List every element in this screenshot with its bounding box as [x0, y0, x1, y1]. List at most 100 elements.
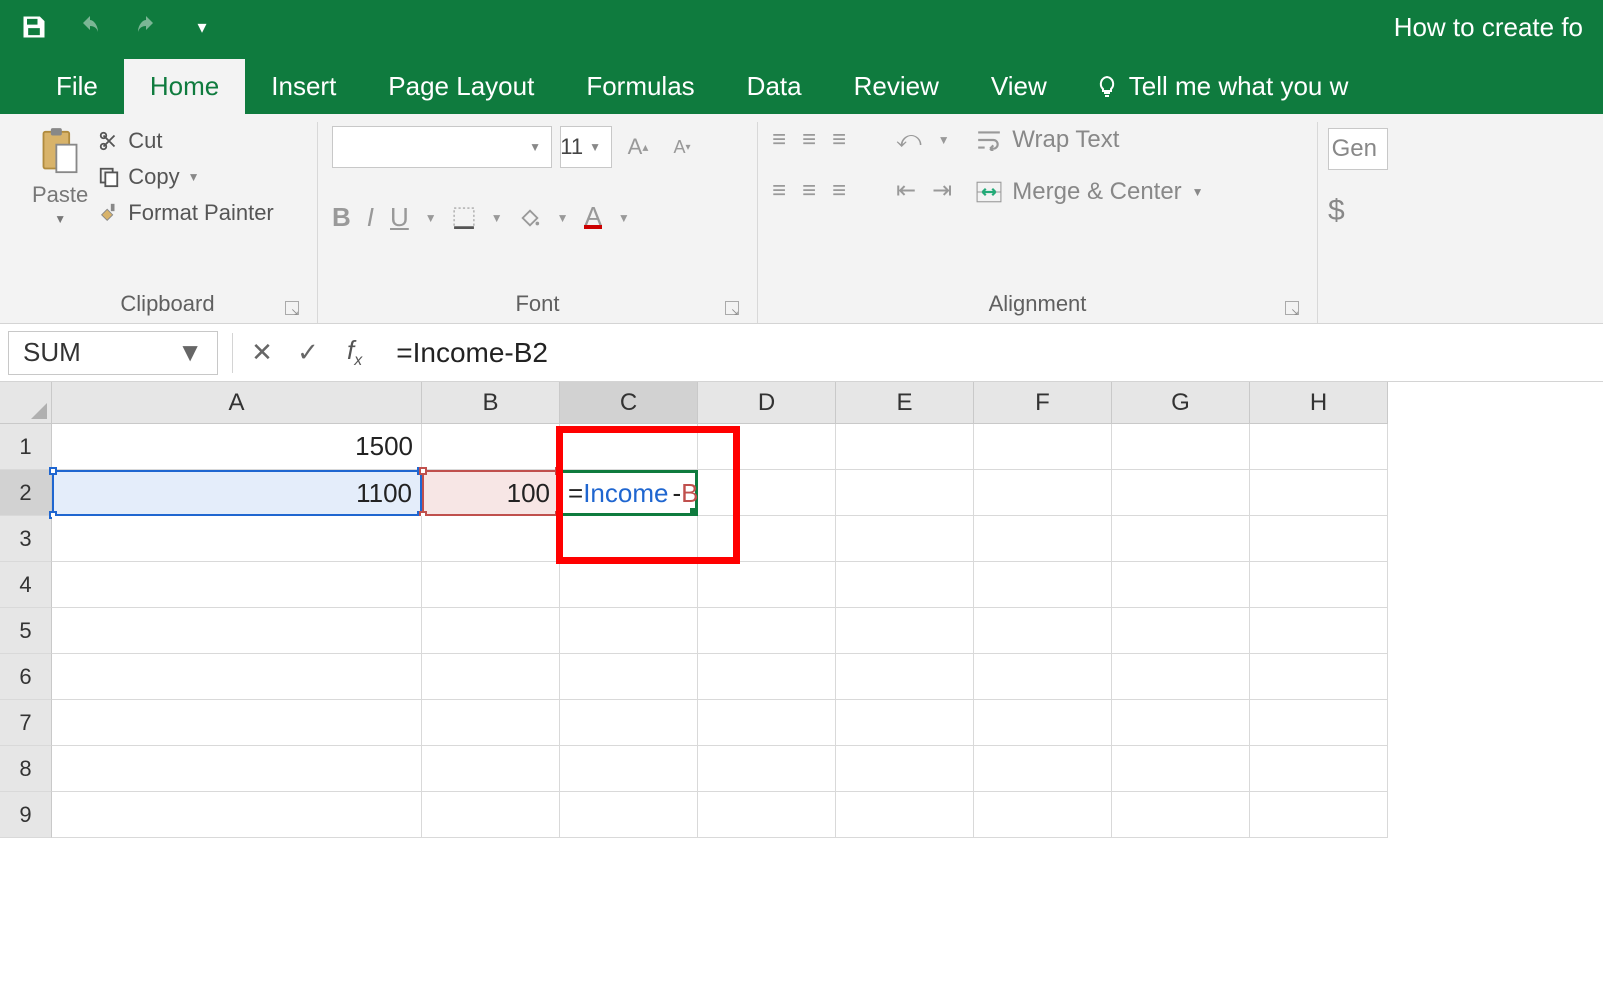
row-header-7[interactable]: 7 — [0, 700, 52, 746]
tell-me-search[interactable]: Tell me what you w — [1073, 59, 1349, 114]
cell-C4[interactable] — [560, 562, 698, 608]
cell-H6[interactable] — [1250, 654, 1388, 700]
tab-home[interactable]: Home — [124, 59, 245, 114]
cell-G7[interactable] — [1112, 700, 1250, 746]
fx-icon[interactable]: fx — [331, 335, 378, 370]
cell-E8[interactable] — [836, 746, 974, 792]
cell-A4[interactable] — [52, 562, 422, 608]
cell-E1[interactable] — [836, 424, 974, 470]
align-left-icon[interactable]: ≡ — [772, 177, 786, 205]
cell-F5[interactable] — [974, 608, 1112, 654]
cell-E3[interactable] — [836, 516, 974, 562]
cell-A5[interactable] — [52, 608, 422, 654]
row-header-2[interactable]: 2 — [0, 470, 52, 516]
cell-B6[interactable] — [422, 654, 560, 700]
cell-B9[interactable] — [422, 792, 560, 838]
cell-E7[interactable] — [836, 700, 974, 746]
formula-bar-input[interactable] — [378, 331, 1603, 375]
cell-A8[interactable] — [52, 746, 422, 792]
font-dialog-launcher[interactable] — [725, 301, 739, 315]
cell-F8[interactable] — [974, 746, 1112, 792]
enter-formula-icon[interactable]: ✓ — [285, 333, 331, 373]
cell-B4[interactable] — [422, 562, 560, 608]
number-format-combo[interactable]: Gen — [1328, 128, 1388, 170]
cell-E5[interactable] — [836, 608, 974, 654]
italic-button[interactable]: I — [367, 202, 374, 233]
cell-H5[interactable] — [1250, 608, 1388, 654]
cell-D3[interactable] — [698, 516, 836, 562]
col-header-A[interactable]: A — [52, 382, 422, 424]
align-top-icon[interactable]: ≡ — [772, 126, 786, 154]
cell-H2[interactable] — [1250, 470, 1388, 516]
accounting-format-button[interactable]: $ — [1328, 194, 1388, 228]
cell-F2[interactable] — [974, 470, 1112, 516]
tab-data[interactable]: Data — [721, 59, 828, 114]
tab-insert[interactable]: Insert — [245, 59, 362, 114]
tab-file[interactable]: File — [30, 59, 124, 114]
col-header-E[interactable]: E — [836, 382, 974, 424]
clipboard-dialog-launcher[interactable] — [285, 301, 299, 315]
cancel-formula-icon[interactable]: ✕ — [239, 333, 285, 373]
cell-F1[interactable] — [974, 424, 1112, 470]
cell-D1[interactable] — [698, 424, 836, 470]
cell-F6[interactable] — [974, 654, 1112, 700]
undo-icon[interactable] — [76, 13, 104, 41]
col-header-H[interactable]: H — [1250, 382, 1388, 424]
alignment-dialog-launcher[interactable] — [1285, 301, 1299, 315]
cell-C7[interactable] — [560, 700, 698, 746]
cell-B1[interactable] — [422, 424, 560, 470]
cell-F3[interactable] — [974, 516, 1112, 562]
cell-H4[interactable] — [1250, 562, 1388, 608]
cell-F4[interactable] — [974, 562, 1112, 608]
bold-button[interactable]: B — [332, 202, 351, 233]
cell-A9[interactable] — [52, 792, 422, 838]
cell-G8[interactable] — [1112, 746, 1250, 792]
cell-C3[interactable] — [560, 516, 698, 562]
col-header-G[interactable]: G — [1112, 382, 1250, 424]
cell-G1[interactable] — [1112, 424, 1250, 470]
cell-H1[interactable] — [1250, 424, 1388, 470]
cell-F7[interactable] — [974, 700, 1112, 746]
row-header-3[interactable]: 3 — [0, 516, 52, 562]
col-header-D[interactable]: D — [698, 382, 836, 424]
cell-D6[interactable] — [698, 654, 836, 700]
col-header-C[interactable]: C — [560, 382, 698, 424]
font-name-combo[interactable]: ▼ — [332, 126, 552, 168]
row-header-4[interactable]: 4 — [0, 562, 52, 608]
cell-G2[interactable] — [1112, 470, 1250, 516]
cell-C5[interactable] — [560, 608, 698, 654]
tab-view[interactable]: View — [965, 59, 1073, 114]
cell-A7[interactable] — [52, 700, 422, 746]
wrap-text-button[interactable]: Wrap Text — [976, 126, 1203, 154]
cell-G9[interactable] — [1112, 792, 1250, 838]
cell-E2[interactable] — [836, 470, 974, 516]
cell-H3[interactable] — [1250, 516, 1388, 562]
cell-A3[interactable] — [52, 516, 422, 562]
font-color-button[interactable]: A — [584, 207, 601, 229]
font-size-combo[interactable]: 11▼ — [560, 126, 612, 168]
row-header-8[interactable]: 8 — [0, 746, 52, 792]
tab-page-layout[interactable]: Page Layout — [362, 59, 560, 114]
row-header-5[interactable]: 5 — [0, 608, 52, 654]
cell-D9[interactable] — [698, 792, 836, 838]
decrease-indent-icon[interactable]: ⇤ — [896, 176, 916, 205]
cell-C8[interactable] — [560, 746, 698, 792]
row-header-1[interactable]: 1 — [0, 424, 52, 470]
merge-center-button[interactable]: Merge & Center ▼ — [976, 178, 1203, 206]
orientation-icon[interactable]: ⤺ — [896, 126, 922, 154]
cell-A1[interactable]: 1500 — [52, 424, 422, 470]
cell-D7[interactable] — [698, 700, 836, 746]
cell-C1[interactable] — [560, 424, 698, 470]
col-header-B[interactable]: B — [422, 382, 560, 424]
cell-D4[interactable] — [698, 562, 836, 608]
cell-B8[interactable] — [422, 746, 560, 792]
cell-B2[interactable]: 100 — [422, 470, 560, 516]
cell-E6[interactable] — [836, 654, 974, 700]
align-center-icon[interactable]: ≡ — [802, 177, 816, 205]
decrease-font-icon[interactable]: A▾ — [664, 129, 700, 165]
row-header-6[interactable]: 6 — [0, 654, 52, 700]
cell-B7[interactable] — [422, 700, 560, 746]
cell-A6[interactable] — [52, 654, 422, 700]
tab-review[interactable]: Review — [828, 59, 965, 114]
qat-dropdown-icon[interactable]: ▾ — [188, 13, 216, 41]
